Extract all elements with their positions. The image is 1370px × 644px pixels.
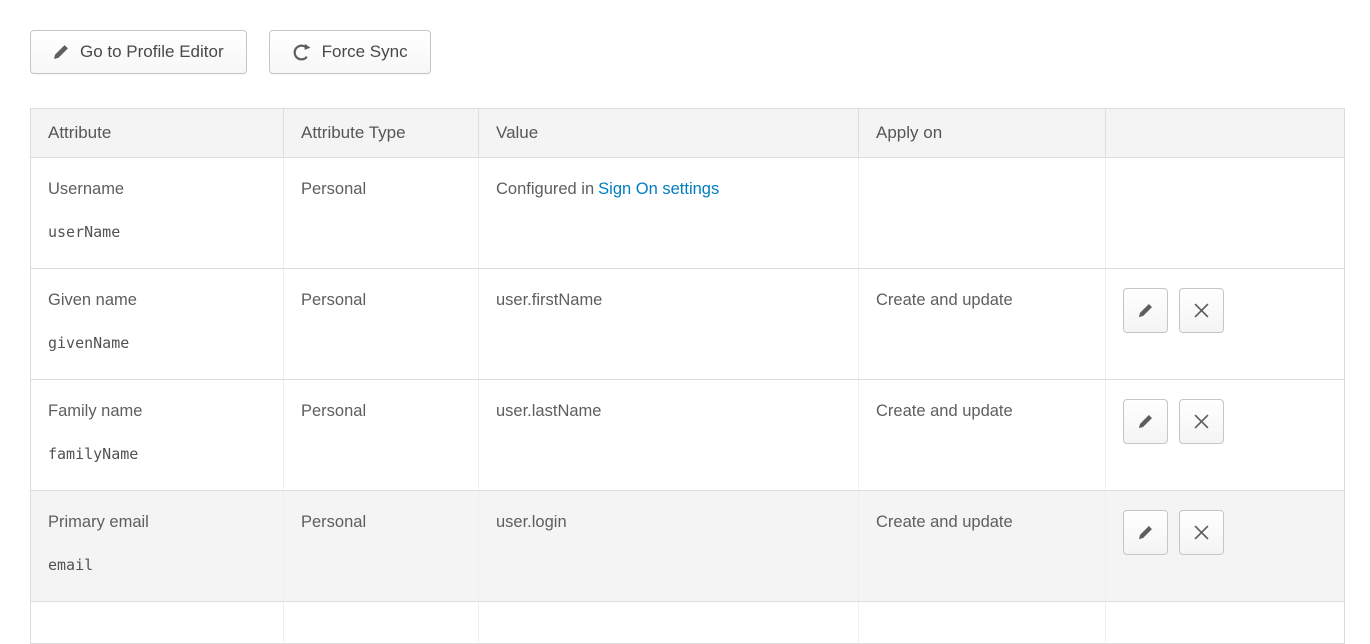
value-cell: user.lastName: [479, 380, 859, 490]
force-sync-label: Force Sync: [322, 42, 408, 62]
attribute-label: Family name: [48, 401, 266, 422]
header-actions: [1106, 109, 1344, 157]
table-row-primary-email: Primary email email Personal user.login …: [31, 490, 1344, 601]
attribute-type-cell: Personal: [284, 158, 479, 268]
actions-cell: [1106, 491, 1344, 601]
attribute-mappings-table: Attribute Attribute Type Value Apply on …: [30, 108, 1345, 644]
delete-mapping-button[interactable]: [1179, 510, 1224, 555]
attribute-variable-name: userName: [48, 223, 266, 243]
apply-on-cell: Create and update: [859, 380, 1106, 490]
header-attribute-type: Attribute Type: [284, 109, 479, 157]
table-header-row: Attribute Attribute Type Value Apply on: [31, 109, 1344, 157]
attribute-type-cell: Personal: [284, 380, 479, 490]
edit-mapping-button[interactable]: [1123, 399, 1168, 444]
x-icon: [1194, 303, 1209, 318]
delete-mapping-button[interactable]: [1179, 399, 1224, 444]
pencil-icon: [1138, 414, 1153, 429]
value-cell: user.login: [479, 491, 859, 601]
attribute-type-cell: Personal: [284, 269, 479, 379]
apply-on-cell: [859, 158, 1106, 268]
attribute-cell: Family name familyName: [31, 380, 284, 490]
attribute-cell: Username userName: [31, 158, 284, 268]
force-sync-button[interactable]: Force Sync: [269, 30, 431, 74]
attribute-cell: Given name givenName: [31, 269, 284, 379]
toolbar: Go to Profile Editor Force Sync: [30, 30, 1370, 74]
pencil-icon: [1138, 525, 1153, 540]
attribute-label: Primary email: [48, 512, 266, 533]
attribute-variable-name: givenName: [48, 334, 266, 354]
edit-mapping-button[interactable]: [1123, 288, 1168, 333]
value-cell: Configured inSign On settings: [479, 158, 859, 268]
edit-mapping-button[interactable]: [1123, 510, 1168, 555]
header-apply-on: Apply on: [859, 109, 1106, 157]
value-text: Configured in: [496, 180, 594, 198]
attribute-label: Given name: [48, 290, 266, 311]
actions-cell: [1106, 380, 1344, 490]
header-attribute: Attribute: [31, 109, 284, 157]
apply-on-cell: Create and update: [859, 269, 1106, 379]
x-icon: [1194, 525, 1209, 540]
delete-mapping-button[interactable]: [1179, 288, 1224, 333]
actions-cell: [1106, 269, 1344, 379]
pencil-icon: [53, 44, 69, 60]
table-row-username: Username userName Personal Configured in…: [31, 157, 1344, 268]
table-row-family-name: Family name familyName Personal user.las…: [31, 379, 1344, 490]
value-cell: user.firstName: [479, 269, 859, 379]
actions-cell: [1106, 158, 1344, 268]
page: Go to Profile Editor Force Sync Attribut…: [0, 0, 1370, 644]
table-row-partial: [31, 601, 1344, 643]
x-icon: [1194, 414, 1209, 429]
attribute-variable-name: familyName: [48, 445, 266, 465]
attribute-variable-name: email: [48, 556, 266, 576]
pencil-icon: [1138, 303, 1153, 318]
table-row-given-name: Given name givenName Personal user.first…: [31, 268, 1344, 379]
header-value: Value: [479, 109, 859, 157]
refresh-icon: [292, 43, 311, 62]
go-to-profile-editor-button[interactable]: Go to Profile Editor: [30, 30, 247, 74]
attribute-cell: Primary email email: [31, 491, 284, 601]
attribute-label: Username: [48, 179, 266, 200]
sign-on-settings-link[interactable]: Sign On settings: [598, 180, 719, 198]
apply-on-cell: Create and update: [859, 491, 1106, 601]
go-to-profile-editor-label: Go to Profile Editor: [80, 42, 224, 62]
attribute-type-cell: Personal: [284, 491, 479, 601]
